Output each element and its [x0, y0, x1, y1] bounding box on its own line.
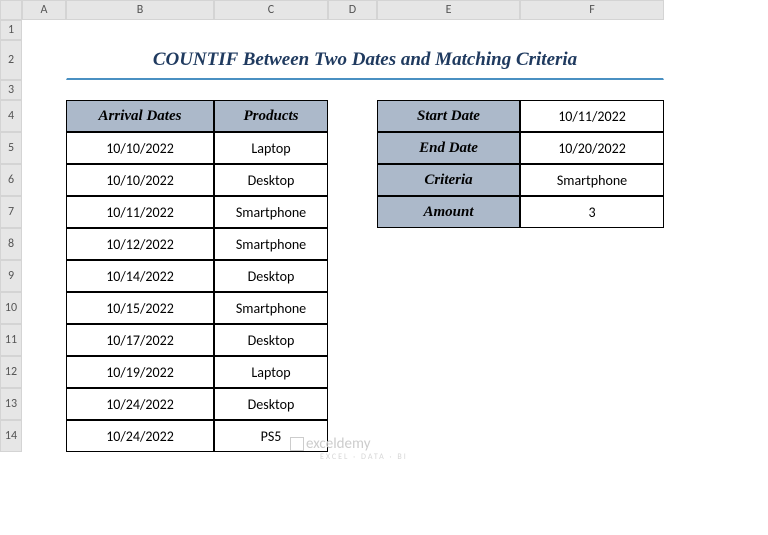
- col-header-A[interactable]: A: [22, 0, 66, 20]
- cell-B8[interactable]: 10/12/2022: [66, 228, 214, 260]
- value-criteria[interactable]: Smartphone: [520, 164, 664, 196]
- cell-B5[interactable]: 10/10/2022: [66, 132, 214, 164]
- cell-C12[interactable]: Laptop: [214, 356, 328, 388]
- label-amount[interactable]: Amount: [377, 196, 520, 228]
- spreadsheet-grid: A B C D E F 1 2 3 4 5 6 7 8 9 10 11 12 1…: [0, 0, 768, 452]
- row-header-5[interactable]: 5: [0, 132, 22, 164]
- page-title[interactable]: COUNTIF Between Two Dates and Matching C…: [66, 40, 664, 80]
- cell-B13[interactable]: 10/24/2022: [66, 388, 214, 420]
- table1-header-products[interactable]: Products: [214, 100, 328, 132]
- row-header-13[interactable]: 13: [0, 388, 22, 420]
- col-header-B[interactable]: B: [66, 0, 214, 20]
- row-header-3[interactable]: 3: [0, 80, 22, 100]
- row-header-1[interactable]: 1: [0, 20, 22, 40]
- cell-B12[interactable]: 10/19/2022: [66, 356, 214, 388]
- cell-B10[interactable]: 10/15/2022: [66, 292, 214, 324]
- cell-C5[interactable]: Laptop: [214, 132, 328, 164]
- cell-B6[interactable]: 10/10/2022: [66, 164, 214, 196]
- row-header-8[interactable]: 8: [0, 228, 22, 260]
- row-header-12[interactable]: 12: [0, 356, 22, 388]
- col-header-F[interactable]: F: [520, 0, 664, 20]
- label-start-date[interactable]: Start Date: [377, 100, 520, 132]
- cell-C7[interactable]: Smartphone: [214, 196, 328, 228]
- row-header-6[interactable]: 6: [0, 164, 22, 196]
- select-all-corner[interactable]: [0, 0, 22, 20]
- row-header-7[interactable]: 7: [0, 196, 22, 228]
- cell-B11[interactable]: 10/17/2022: [66, 324, 214, 356]
- cell-B14[interactable]: 10/24/2022: [66, 420, 214, 452]
- cell-C11[interactable]: Desktop: [214, 324, 328, 356]
- col-header-C[interactable]: C: [214, 0, 328, 20]
- cell-B7[interactable]: 10/11/2022: [66, 196, 214, 228]
- row-header-4[interactable]: 4: [0, 100, 22, 132]
- row-header-9[interactable]: 9: [0, 260, 22, 292]
- value-start-date[interactable]: 10/11/2022: [520, 100, 664, 132]
- cell-B9[interactable]: 10/14/2022: [66, 260, 214, 292]
- label-criteria[interactable]: Criteria: [377, 164, 520, 196]
- cell-C13[interactable]: Desktop: [214, 388, 328, 420]
- cell-C10[interactable]: Smartphone: [214, 292, 328, 324]
- row-header-2[interactable]: 2: [0, 40, 22, 80]
- watermark-subtext: EXCEL · DATA · BI: [320, 452, 408, 462]
- row-header-11[interactable]: 11: [0, 324, 22, 356]
- col-header-E[interactable]: E: [377, 0, 520, 20]
- cell-C8[interactable]: Smartphone: [214, 228, 328, 260]
- row-header-10[interactable]: 10: [0, 292, 22, 324]
- value-end-date[interactable]: 10/20/2022: [520, 132, 664, 164]
- col-header-D[interactable]: D: [328, 0, 377, 20]
- table1-header-arrival[interactable]: Arrival Dates: [66, 100, 214, 132]
- row-header-14[interactable]: 14: [0, 420, 22, 452]
- cell-C9[interactable]: Desktop: [214, 260, 328, 292]
- value-amount[interactable]: 3: [520, 196, 664, 228]
- label-end-date[interactable]: End Date: [377, 132, 520, 164]
- cell-C6[interactable]: Desktop: [214, 164, 328, 196]
- cell-C14[interactable]: PS5: [214, 420, 328, 452]
